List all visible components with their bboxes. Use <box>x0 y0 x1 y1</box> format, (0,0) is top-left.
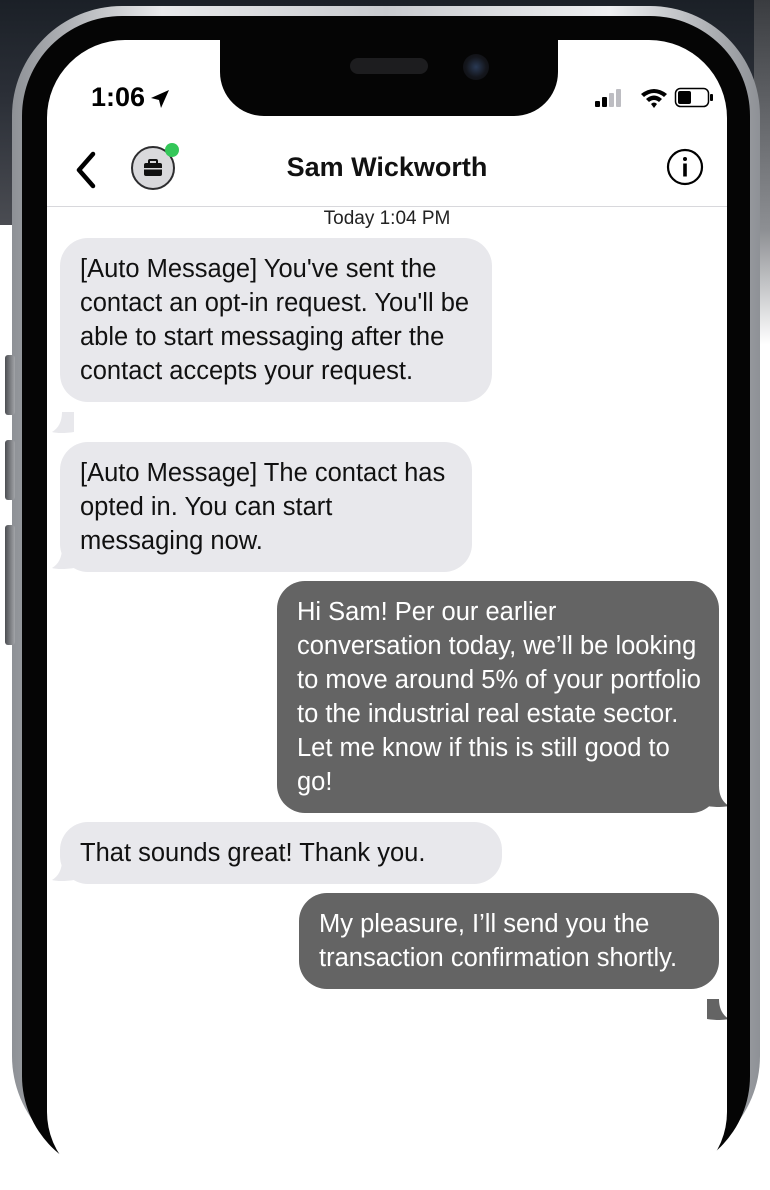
mute-switch <box>5 355 15 415</box>
earpiece-speaker <box>350 58 428 74</box>
battery-icon <box>674 87 713 108</box>
bubble-tail-incoming <box>52 412 74 433</box>
message-timestamp: Today 1:04 PM <box>323 208 451 229</box>
message-bubble-incoming: [Auto Message] You've sent the contact a… <box>60 238 492 402</box>
status-time: 1:06 <box>91 82 146 112</box>
bubble-tail-outgoing <box>707 786 727 807</box>
message-text: [Auto Message] You've sent the contact a… <box>80 255 470 385</box>
front-camera <box>463 54 489 80</box>
message-text: My pleasure, I’ll send you the transacti… <box>319 910 678 972</box>
notch <box>220 40 558 116</box>
bubble-tail-outgoing <box>707 999 727 1020</box>
volume-up-button <box>5 440 15 500</box>
conversation-title: Sam Wickworth <box>286 152 488 182</box>
header-divider <box>47 206 727 207</box>
location-arrow-icon <box>151 90 169 108</box>
cellular-signal-icon <box>595 89 621 107</box>
bubble-tail-incoming <box>52 860 74 881</box>
message-bubble-outgoing: My pleasure, I’ll send you the transacti… <box>299 893 719 989</box>
message-text: [Auto Message] The contact has opted in.… <box>80 459 446 555</box>
message-text: That sounds great! Thank you. <box>80 839 426 867</box>
navigation-bar: Sam Wickworth <box>47 140 727 202</box>
bubble-tail-incoming <box>52 548 74 569</box>
wifi-icon <box>641 89 667 108</box>
phone-screen: 1:06 Sam Wickworth Today 1:04 PM [Auto M… <box>47 40 727 1190</box>
volume-down-button <box>5 525 15 645</box>
message-bubble-incoming: [Auto Message] The contact has opted in.… <box>60 442 472 572</box>
info-circle-icon[interactable] <box>664 146 706 188</box>
message-text: Hi Sam! Per our earlier conversation tod… <box>297 598 701 796</box>
message-bubble-outgoing: Hi Sam! Per our earlier conversation tod… <box>277 581 719 813</box>
message-bubble-incoming: That sounds great! Thank you. <box>60 822 502 884</box>
status-icons <box>595 87 713 108</box>
